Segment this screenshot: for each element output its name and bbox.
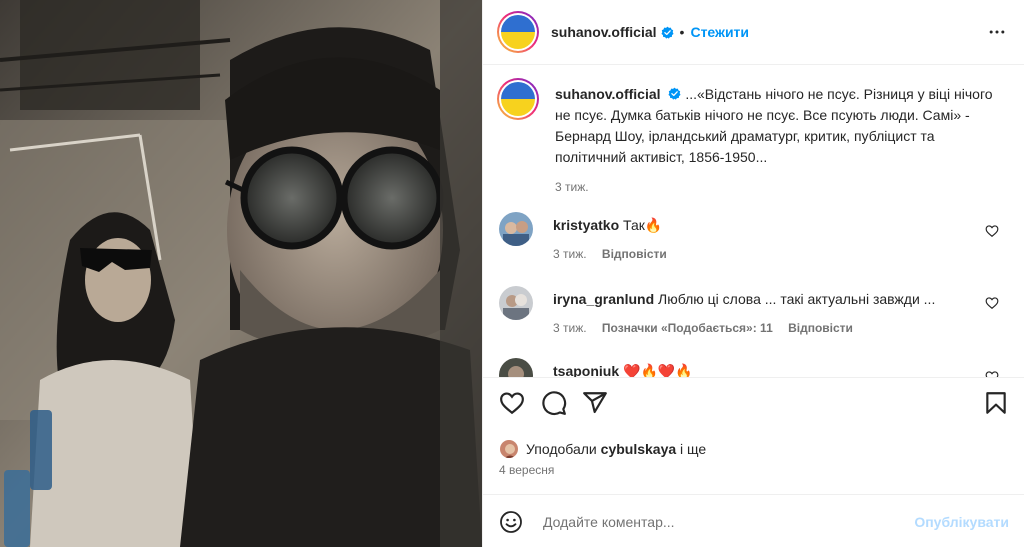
comment-username[interactable]: iryna_granlund [553, 291, 654, 307]
likes-suffix[interactable]: і ще [680, 441, 706, 457]
post-date[interactable]: 4 вересня [499, 463, 554, 477]
heart-icon[interactable] [985, 370, 999, 378]
commenter-avatar[interactable] [499, 286, 533, 320]
heart-icon[interactable] [985, 224, 999, 238]
more-options-icon[interactable] [987, 22, 1007, 42]
comment-text: Так🔥 [623, 217, 663, 233]
comment-time: 3 тиж. [553, 247, 587, 261]
liker-username[interactable]: cybulskaya [601, 441, 677, 457]
emoji-icon[interactable] [499, 510, 523, 534]
author-username[interactable]: suhanov.official [551, 24, 657, 40]
caption-time: 3 тиж. [555, 180, 589, 194]
verified-badge-icon [668, 87, 681, 100]
post-image [0, 0, 482, 547]
comment-text: Люблю ці слова ... такі актуальні завжди… [658, 291, 936, 307]
comment-input[interactable] [543, 511, 903, 533]
likes-prefix: Уподобали [526, 441, 597, 457]
separator-dot: • [679, 24, 685, 40]
bookmark-icon[interactable] [983, 390, 1009, 416]
post-header: suhanov.official • Стежити [483, 0, 1024, 65]
liker-avatar[interactable] [499, 439, 519, 459]
post-photo[interactable] [0, 0, 482, 547]
comment-likes-count[interactable]: Позначки «Подобається»: 11 [602, 321, 773, 335]
caption: suhanov.official ...«Відстань нічого не … [497, 78, 1007, 194]
heart-icon[interactable] [985, 296, 999, 310]
publish-button[interactable]: Опублікувати [914, 514, 1009, 530]
reply-button[interactable]: Відповісти [602, 247, 667, 261]
reply-button[interactable]: Відповісти [788, 321, 853, 335]
post-side-panel: suhanov.official • Стежити suhanov.offic… [482, 0, 1024, 547]
commenter-avatar[interactable] [499, 358, 533, 377]
follow-button[interactable]: Стежити [690, 24, 749, 40]
caption-avatar[interactable] [497, 78, 539, 120]
comment-username[interactable]: kristyatko [553, 217, 619, 233]
add-comment-bar: Опублікувати [483, 494, 1024, 547]
ukraine-flag-avatar [501, 15, 535, 49]
comment-icon[interactable] [541, 390, 567, 416]
comments-list[interactable]: suhanov.official ...«Відстань нічого не … [483, 66, 1024, 378]
caption-username[interactable]: suhanov.official [555, 86, 661, 102]
likes-summary[interactable]: Уподобали cybulskaya і ще [499, 438, 706, 460]
comment-item: iryna_granlund Люблю ці слова ... такі а… [497, 286, 1007, 335]
comment-time: 3 тиж. [553, 321, 587, 335]
comment-username[interactable]: tsaponiuk [553, 363, 619, 377]
share-icon[interactable] [582, 390, 608, 416]
author-avatar[interactable] [497, 11, 539, 53]
verified-badge-icon [661, 26, 674, 39]
heart-icon[interactable] [499, 390, 525, 416]
comment-item: tsaponiuk ❤️🔥❤️🔥 [497, 358, 1007, 378]
post-actions-bar [483, 390, 1024, 422]
comment-item: kristyatko Так🔥 3 тиж. Відповісти [497, 212, 1007, 261]
commenter-avatar[interactable] [499, 212, 533, 246]
comment-text: ❤️🔥❤️🔥 [623, 363, 693, 378]
